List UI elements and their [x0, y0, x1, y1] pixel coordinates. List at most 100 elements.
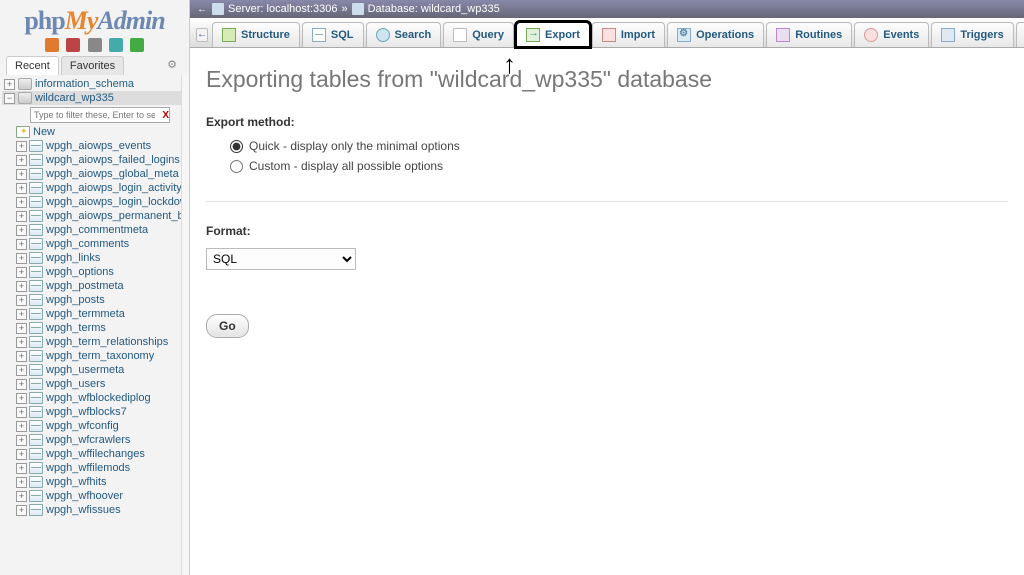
table-row[interactable]: + wpgh_aiowps_failed_logins — [2, 153, 189, 167]
table-label[interactable]: wpgh_wfblocks7 — [46, 406, 127, 418]
go-button[interactable]: Go — [206, 314, 249, 338]
table-row[interactable]: + wpgh_posts — [2, 293, 189, 307]
table-label[interactable]: wpgh_aiowps_login_activity — [46, 182, 182, 194]
expand-icon[interactable]: + — [16, 141, 27, 152]
table-row[interactable]: +wpgh_aiowps_login_lockdown — [2, 195, 189, 209]
expand-icon[interactable]: + — [16, 435, 27, 446]
table-row[interactable]: + wpgh_wfhits — [2, 475, 189, 489]
tab-structure[interactable]: Structure — [212, 22, 300, 47]
collapse-icon[interactable]: ⚙ — [161, 56, 183, 75]
filter-input[interactable] — [30, 107, 170, 123]
table-row[interactable]: +wpgh_aiowps_global_meta — [2, 167, 189, 181]
expand-icon[interactable]: + — [16, 155, 27, 166]
table-row[interactable]: + wpgh_wfblocks7 — [2, 405, 189, 419]
filter-clear-icon[interactable]: X — [162, 110, 169, 121]
table-row[interactable]: + wpgh_postmeta — [2, 279, 189, 293]
table-row[interactable]: + wpgh_comments — [2, 237, 189, 251]
expand-icon[interactable]: + — [16, 183, 27, 194]
table-row[interactable]: + wpgh_aiowps_permanent_block — [2, 209, 189, 223]
expand-icon[interactable]: + — [4, 79, 15, 90]
db-label[interactable]: information_schema — [35, 78, 134, 90]
sidebar-tab-favorites[interactable]: Favorites — [61, 56, 124, 75]
table-label[interactable]: wpgh_wfhoover — [46, 490, 123, 502]
table-row[interactable]: +wpgh_wfblockediplog — [2, 391, 189, 405]
table-label[interactable]: wpgh_termmeta — [46, 308, 125, 320]
db-item[interactable]: − wildcard_wp335 — [2, 91, 189, 105]
home-icon[interactable] — [45, 38, 59, 52]
table-label[interactable]: wpgh_wffilemods — [46, 462, 130, 474]
expand-icon[interactable]: + — [16, 421, 27, 432]
radio-quick[interactable]: Quick - display only the minimal options — [230, 139, 1008, 153]
tab-import[interactable]: Import — [592, 22, 665, 47]
expand-icon[interactable]: + — [16, 491, 27, 502]
table-row[interactable]: + wpgh_termmeta — [2, 307, 189, 321]
expand-icon[interactable]: + — [16, 365, 27, 376]
tab-nav-left-icon[interactable]: ← — [196, 28, 208, 42]
expand-icon[interactable]: + — [16, 379, 27, 390]
radio-custom-input[interactable] — [230, 160, 243, 173]
expand-icon[interactable]: + — [16, 309, 27, 320]
table-row[interactable]: +wpgh_term_relationships — [2, 335, 189, 349]
breadcrumb-server[interactable]: Server: localhost:3306 — [228, 3, 337, 15]
nav-left-icon[interactable]: ← — [196, 3, 208, 15]
table-label[interactable]: wpgh_comments — [46, 238, 129, 250]
tab-query[interactable]: Query — [443, 22, 514, 47]
tab-export[interactable]: Export — [516, 22, 590, 47]
table-row[interactable]: + wpgh_wffilemods — [2, 461, 189, 475]
expand-icon[interactable]: + — [16, 295, 27, 306]
settings-icon[interactable] — [88, 38, 102, 52]
expand-icon[interactable]: + — [16, 169, 27, 180]
expand-icon[interactable]: + — [16, 407, 27, 418]
expand-icon[interactable]: + — [16, 253, 27, 264]
docs-icon[interactable] — [109, 38, 123, 52]
db-label[interactable]: wildcard_wp335 — [35, 92, 114, 104]
expand-icon[interactable]: + — [16, 239, 27, 250]
table-label[interactable]: wpgh_term_relationships — [46, 336, 168, 348]
expand-icon[interactable]: + — [16, 281, 27, 292]
expand-icon[interactable]: + — [16, 505, 27, 516]
sidebar-tab-recent[interactable]: Recent — [6, 56, 59, 75]
db-item[interactable]: + information_schema — [2, 77, 189, 91]
table-label[interactable]: wpgh_commentmeta — [46, 224, 148, 236]
tab-sql[interactable]: SQL — [302, 22, 364, 47]
table-label[interactable]: wpgh_posts — [46, 294, 105, 306]
table-row[interactable]: +wpgh_terms — [2, 321, 189, 335]
expand-icon[interactable]: + — [16, 211, 27, 222]
table-row[interactable]: + wpgh_aiowps_events — [2, 139, 189, 153]
table-label[interactable]: wpgh_wfcrawlers — [46, 434, 130, 446]
table-row[interactable]: + wpgh_wfcrawlers — [2, 433, 189, 447]
table-row[interactable]: + wpgh_commentmeta — [2, 223, 189, 237]
expand-icon[interactable]: + — [16, 463, 27, 474]
table-label[interactable]: wpgh_terms — [46, 322, 106, 334]
table-row[interactable]: + wpgh_aiowps_login_activity — [2, 181, 189, 195]
table-label[interactable]: wpgh_aiowps_events — [46, 140, 151, 152]
table-row[interactable]: + wpgh_links — [2, 251, 189, 265]
table-label[interactable]: wpgh_wfhits — [46, 476, 107, 488]
phpmyadmin-logo[interactable]: phpMyAdmin — [0, 0, 189, 38]
tab-events[interactable]: Events — [854, 22, 929, 47]
table-row[interactable]: +wpgh_users — [2, 377, 189, 391]
reload-icon[interactable] — [130, 38, 144, 52]
expand-icon[interactable]: + — [16, 225, 27, 236]
table-label[interactable]: wpgh_wfconfig — [46, 420, 119, 432]
expand-icon[interactable]: + — [16, 351, 27, 362]
table-label[interactable]: wpgh_aiowps_failed_logins — [46, 154, 180, 166]
table-label[interactable]: wpgh_term_taxonomy — [46, 350, 154, 362]
logout-icon[interactable] — [66, 38, 80, 52]
table-row[interactable]: +wpgh_usermeta — [2, 363, 189, 377]
table-label[interactable]: wpgh_aiowps_permanent_block — [46, 210, 189, 222]
tab-designer[interactable]: Designer — [1016, 22, 1024, 47]
expand-icon[interactable]: + — [16, 393, 27, 404]
tab-operations[interactable]: Operations — [667, 22, 764, 47]
expand-icon[interactable]: + — [16, 449, 27, 460]
expand-icon[interactable]: + — [16, 477, 27, 488]
table-row[interactable]: + wpgh_options — [2, 265, 189, 279]
table-label[interactable]: wpgh_options — [46, 266, 114, 278]
expand-icon[interactable]: + — [16, 267, 27, 278]
collapse-icon[interactable]: − — [4, 93, 15, 104]
table-label[interactable]: wpgh_links — [46, 252, 100, 264]
table-label[interactable]: wpgh_postmeta — [46, 280, 124, 292]
table-row[interactable]: +wpgh_wfissues — [2, 503, 189, 517]
radio-custom[interactable]: Custom - display all possible options — [230, 159, 1008, 173]
tab-routines[interactable]: Routines — [766, 22, 852, 47]
